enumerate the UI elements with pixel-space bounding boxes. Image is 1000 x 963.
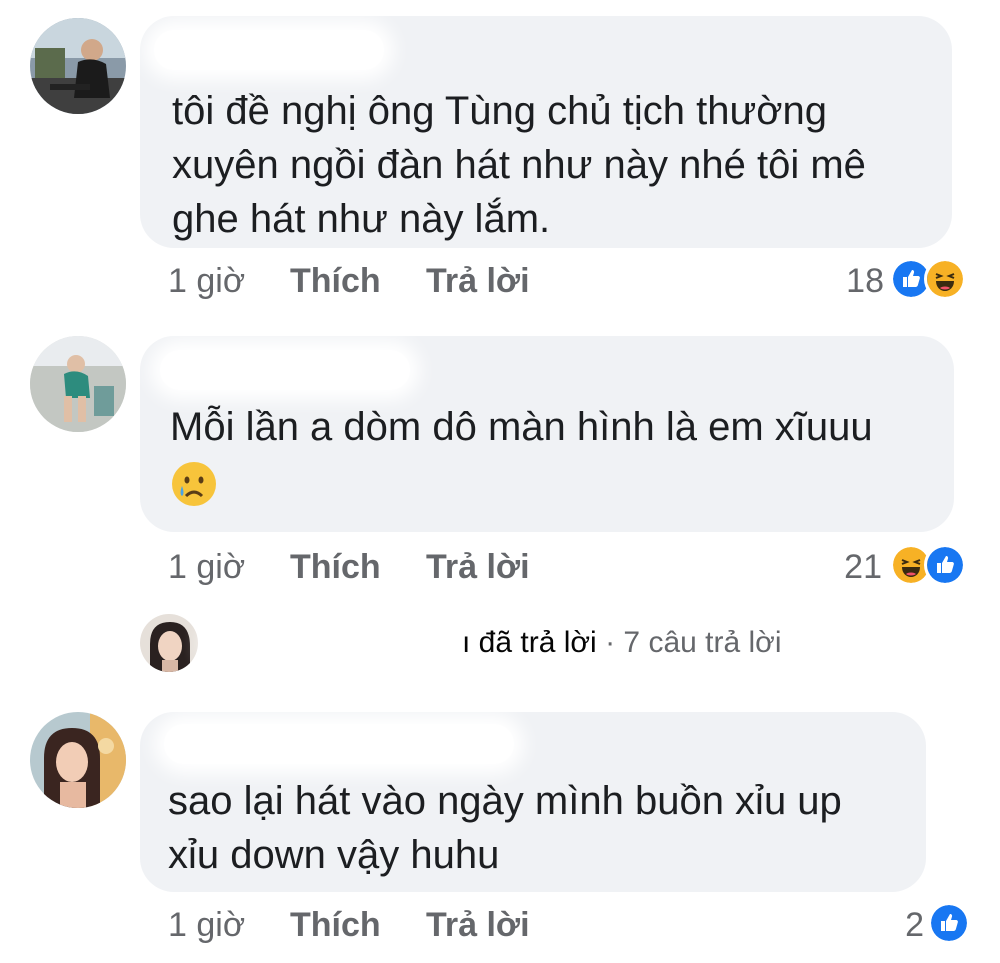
reaction-count[interactable]: 21 <box>818 548 882 587</box>
reactions[interactable] <box>890 544 966 586</box>
reply-count-link[interactable]: 7 câu trả lời <box>623 626 781 659</box>
replied-text: ı đã trả lời <box>462 626 597 659</box>
comment-text: sao lại hát vào ngày mình buồn xỉu up xỉ… <box>168 779 842 877</box>
crying-face-icon <box>172 462 216 506</box>
reaction-count[interactable]: 18 <box>820 262 884 301</box>
avatar[interactable] <box>30 712 126 808</box>
reply-button[interactable]: Trả lời <box>426 906 530 945</box>
comment-bubble: tôi đề nghị ông Tùng chủ tịch thường xuy… <box>140 16 952 248</box>
avatar <box>140 614 198 672</box>
replier-name-redacted <box>212 624 462 664</box>
timestamp[interactable]: 1 giờ <box>168 262 245 301</box>
separator: · <box>605 626 616 659</box>
reply-button[interactable]: Trả lời <box>426 262 530 301</box>
author-name-redacted <box>154 30 384 70</box>
like-button[interactable]: Thích <box>290 548 381 587</box>
comment-actions: 1 giờ Thích Trả lời <box>168 262 668 302</box>
like-icon <box>928 902 970 944</box>
reply-button[interactable]: Trả lời <box>426 548 530 587</box>
comment-actions: 1 giờ Thích Trả lời <box>168 548 668 588</box>
like-icon <box>924 544 966 586</box>
author-name-redacted <box>160 350 410 390</box>
avatar[interactable] <box>30 336 126 432</box>
like-button[interactable]: Thích <box>290 906 381 945</box>
reaction-count[interactable]: 2 <box>864 906 924 945</box>
timestamp[interactable]: 1 giờ <box>168 906 245 945</box>
like-button[interactable]: Thích <box>290 262 381 301</box>
reactions[interactable] <box>928 902 970 944</box>
haha-icon <box>924 258 966 300</box>
comment-actions: 1 giờ Thích Trả lời <box>168 906 668 946</box>
author-name-redacted <box>164 724 514 764</box>
comment-bubble: sao lại hát vào ngày mình buồn xỉu up xỉ… <box>140 712 926 892</box>
comment-text: tôi đề nghị ông Tùng chủ tịch thường xuy… <box>172 89 866 241</box>
avatar[interactable] <box>30 18 126 114</box>
comment-text: Mỗi lần a dòm dô màn hình là em xĩuuu <box>170 405 873 449</box>
timestamp[interactable]: 1 giờ <box>168 548 245 587</box>
reactions[interactable] <box>890 258 966 300</box>
comment-bubble: Mỗi lần a dòm dô màn hình là em xĩuuu <box>140 336 954 532</box>
